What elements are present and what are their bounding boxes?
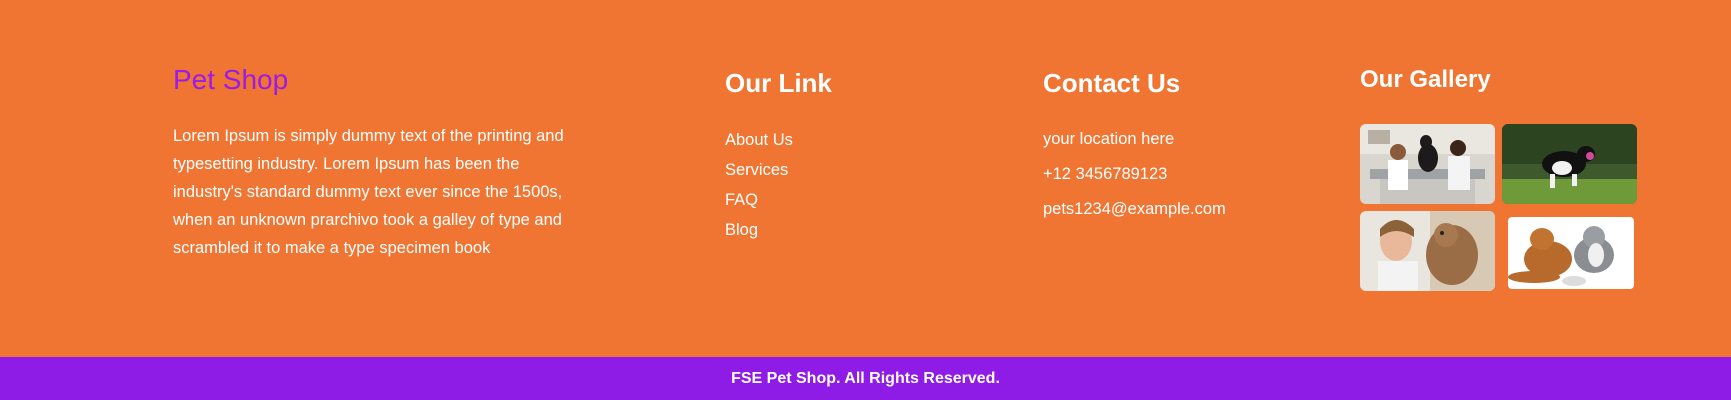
dog-and-cat-photo[interactable] — [1502, 211, 1637, 291]
link-item: Services — [725, 161, 793, 191]
contact-email[interactable]: pets1234@example.com — [1043, 200, 1226, 235]
faq-link[interactable]: FAQ — [725, 191, 758, 209]
contact-location: your location here — [1043, 130, 1175, 148]
link-item: FAQ — [725, 191, 793, 221]
woman-with-dog-photo[interactable] — [1360, 211, 1495, 291]
links-heading: Our Link — [725, 68, 832, 98]
contact-list: your location here +12 3456789123 pets12… — [1043, 130, 1226, 235]
contact-phone[interactable]: +12 3456789123 — [1043, 165, 1226, 200]
services-link[interactable]: Services — [725, 161, 788, 179]
link-item: Blog — [725, 221, 793, 251]
contact-heading: Contact Us — [1043, 68, 1181, 98]
copyright-bar: FSE Pet Shop. All Rights Reserved. — [0, 357, 1731, 400]
dog-running-photo[interactable] — [1502, 124, 1637, 204]
copyright-text: FSE Pet Shop. All Rights Reserved. — [731, 369, 1000, 387]
blog-link[interactable]: Blog — [725, 221, 758, 239]
site-footer: Pet Shop Lorem Ipsum is simply dummy tex… — [0, 0, 1731, 400]
about-text: Lorem Ipsum is simply dummy text of the … — [173, 127, 564, 257]
vet-clinic-photo[interactable] — [1360, 124, 1495, 204]
about-us-link[interactable]: About Us — [725, 131, 793, 149]
gallery-heading: Our Gallery — [1360, 66, 1491, 93]
link-item: About Us — [725, 131, 793, 161]
brand-name[interactable]: Pet Shop — [173, 64, 288, 96]
link-list: About Us Services FAQ Blog — [725, 131, 793, 251]
